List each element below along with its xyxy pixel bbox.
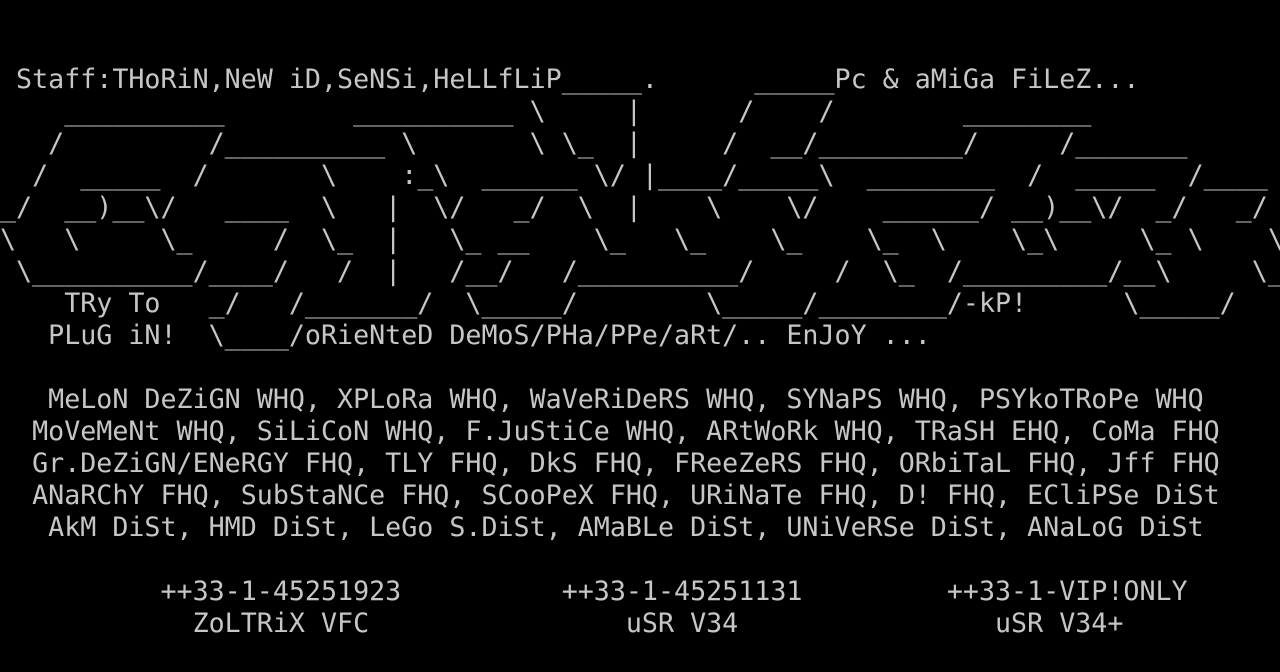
affiliations-line-3: Gr.DeZiGN/ENeRGY FHQ, TLY FHQ, DkS FHQ, … [0, 448, 1220, 479]
staff-line: Staff:THoRiN,NeW iD,SeNSi,HeLLfLiP_____.… [0, 64, 1140, 95]
affiliations-line-5: AkM DiSt, HMD DiSt, LeGo S.DiSt, AMaBLe … [0, 512, 1204, 543]
affiliations-line-4: ANaRChY FHQ, SubStaNCe FHQ, SCooPeX FHQ,… [0, 480, 1220, 511]
affiliations-line-1: MeLoN DeZiGN WHQ, XPLoRa WHQ, WaVeRiDeRS… [0, 384, 1204, 415]
affiliations-line-2: MoVeMeNt WHQ, SiLiCoN WHQ, F.JuStiCe WHQ… [0, 416, 1220, 447]
logo-line-2: / /__________ \ \ \_ | / __/_________/ /… [0, 128, 1188, 159]
ansi-art-text: Staff:THoRiN,NeW iD,SeNSi,HeLLfLiP_____.… [0, 64, 1280, 640]
ansi-screen: Staff:THoRiN,NeW iD,SeNSi,HeLLfLiP_____.… [0, 0, 1280, 672]
logo-line-3: / _____ / \ :_\ ______ \/ |____/_____\ _… [0, 160, 1280, 191]
tagline: PLuG iN! \____/oRieNteD DeMoS/PHa/PPe/aR… [0, 320, 931, 351]
logo-line-1: __________ __________ \ | / / ________ [0, 96, 1092, 127]
phone-numbers-line: ++33-1-45251923 ++33-1-45251131 ++33-1-V… [0, 576, 1188, 607]
logo-line-7: TRy To _/ /_______/ \_____/ \_____/_____… [0, 288, 1236, 319]
logo-line-5: \ \ \_ / \_ | \_ __ \_ \_ \_ \_ \ \_\ \_… [0, 224, 1280, 255]
logo-line-4: _/ __)__\/ ____ \ | \/ _/ \ | \ \/ _____… [0, 192, 1268, 223]
modem-types-line: ZoLTRiX VFC uSR V34 uSR V34+ [0, 608, 1124, 639]
logo-line-6: \__________/____/ / | /__/ /__________/ … [0, 256, 1280, 287]
